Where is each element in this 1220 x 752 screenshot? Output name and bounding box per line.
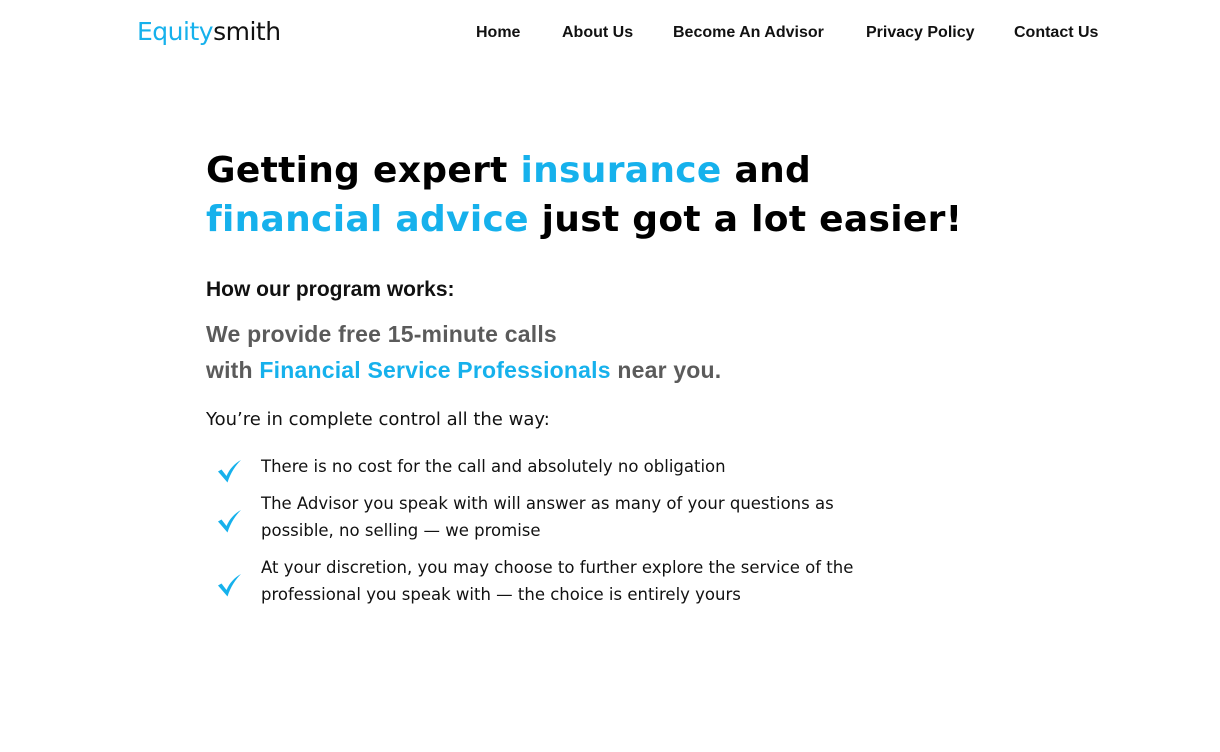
program-description-line-1: We provide free 15-minute calls [206,321,557,347]
hero-section: Getting expert insurance and financial a… [206,146,986,244]
program-text: near you. [610,357,722,383]
checklist-text-line-1: At your discretion, you may choose to fu… [261,558,854,577]
nav-contact-us[interactable]: Contact Us [1014,22,1098,44]
checklist-text-line-2: possible, no selling — we promise [261,521,541,540]
headline-text: and [721,150,812,191]
headline-text: Getting expert [206,150,521,191]
checklist-item: The Advisor you speak with will answer a… [206,490,926,554]
checklist-text-line-1: The Advisor you speak with will answer a… [261,494,834,513]
checklist-text: There is no cost for the call and absolu… [261,457,726,476]
site-header: Equitysmith Home About Us Become An Advi… [0,0,1220,66]
program-description: We provide free 15-minute calls with Fin… [206,316,721,388]
nav-home[interactable]: Home [476,22,520,44]
checklist-item: There is no cost for the call and absolu… [206,453,926,490]
checkmark-icon [215,457,243,485]
program-description-line-2: with Financial Service Professionals nea… [206,352,721,388]
headline-accent-insurance: insurance [520,150,722,191]
benefits-checklist: There is no cost for the call and absolu… [206,453,926,618]
program-text: with [206,357,260,383]
hero-headline: Getting expert insurance and financial a… [206,146,986,244]
headline-line-2: financial advice just got a lot easier! [206,195,986,244]
nav-privacy-policy[interactable]: Privacy Policy [866,22,975,44]
headline-line-1: Getting expert insurance and [206,146,986,195]
checklist-text-line-2: professional you speak with — the choice… [261,585,741,604]
checkmark-icon [215,507,243,535]
checklist-item: At your discretion, you may choose to fu… [206,554,926,618]
financial-service-professionals-highlight: Financial Service Professionals [259,357,611,383]
nav-about-us[interactable]: About Us [562,22,633,44]
nav-become-an-advisor[interactable]: Become An Advisor [673,22,824,44]
how-it-works-heading: How our program works: [206,278,455,301]
headline-text: just got a lot easier! [528,199,963,240]
checkmark-icon [215,571,243,599]
control-heading: You’re in complete control all the way: [206,409,550,430]
headline-accent-financial-advice: financial advice [206,199,529,240]
main-nav: Home About Us Become An Advisor Privacy … [0,22,1220,46]
